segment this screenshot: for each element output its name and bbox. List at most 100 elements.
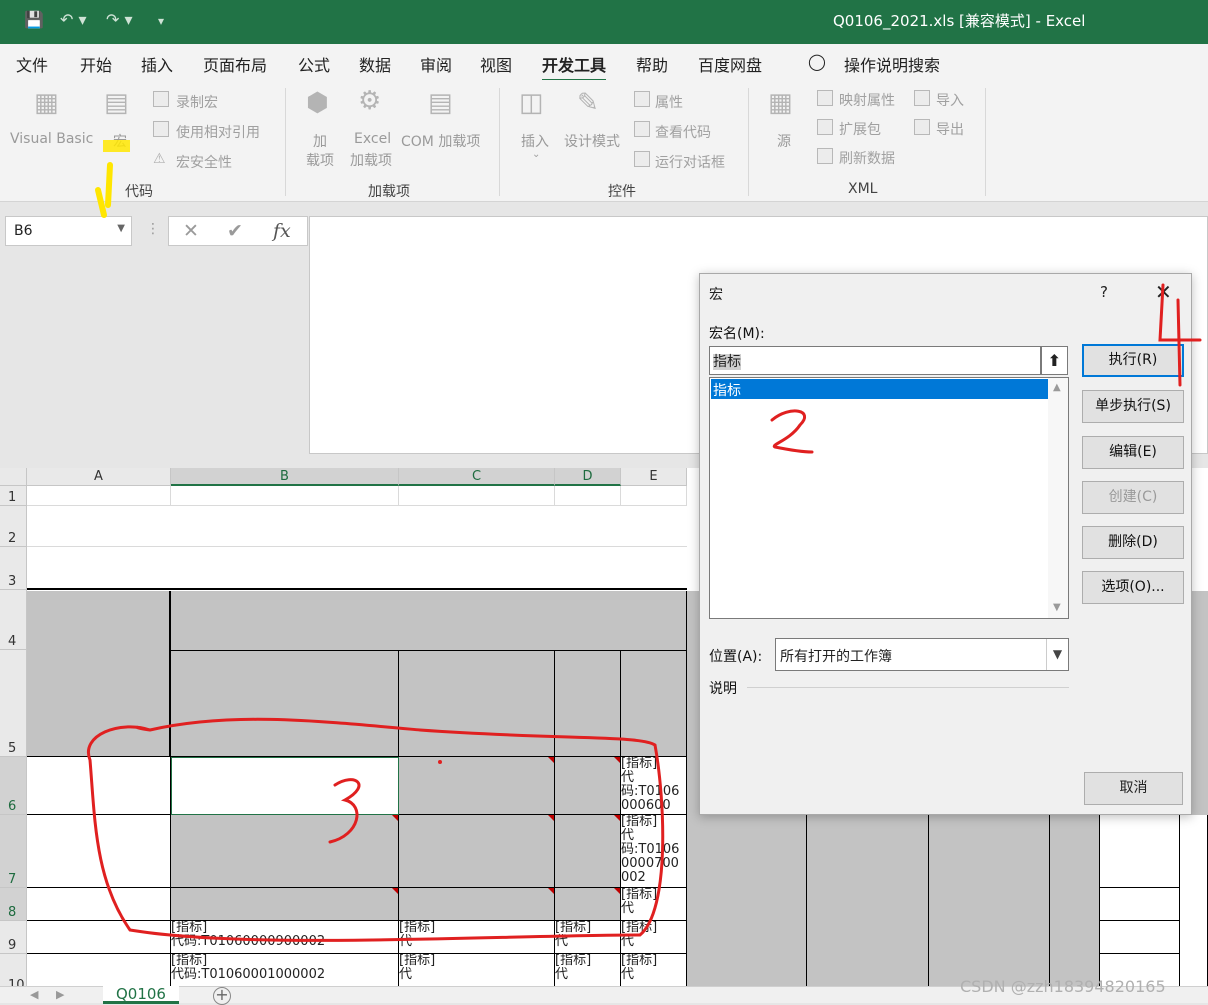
cell-right[interactable]	[1100, 888, 1180, 921]
design-mode-button[interactable]: 设计模式	[564, 131, 620, 151]
column-header-d[interactable]: D	[555, 468, 621, 486]
cancel-button[interactable]: 取消	[1084, 772, 1183, 805]
tab-page-layout[interactable]: 页面布局	[203, 52, 267, 76]
tab-review[interactable]: 审阅	[420, 52, 452, 76]
cell-a9[interactable]	[27, 921, 171, 954]
cell-d10[interactable]: [指标] 代	[555, 954, 621, 986]
tell-me-search[interactable]: 操作说明搜索	[844, 52, 940, 76]
add-sheet-icon[interactable]: +	[213, 987, 231, 1005]
cell-right[interactable]	[1050, 815, 1100, 986]
cell-a6[interactable]	[27, 757, 171, 815]
tab-insert[interactable]: 插入	[141, 52, 173, 76]
addins-button-line1[interactable]: 加	[313, 131, 327, 151]
cell[interactable]	[621, 486, 687, 506]
visual-basic-button[interactable]: Visual Basic	[10, 131, 93, 147]
row-header[interactable]: 2	[0, 506, 27, 547]
delete-button[interactable]: 删除(D)	[1082, 526, 1184, 559]
excel-addins-button-line2[interactable]: 加载项	[350, 150, 392, 170]
row-header[interactable]: 3	[0, 547, 27, 590]
cell-c9[interactable]: [指标] 代	[399, 921, 555, 954]
tab-help[interactable]: 帮助	[636, 52, 668, 76]
cell-c5[interactable]	[399, 651, 555, 757]
com-addins-button[interactable]: COM 加载项	[401, 131, 480, 151]
tab-view[interactable]: 视图	[480, 52, 512, 76]
column-header-b[interactable]: B	[171, 468, 399, 486]
sheet-tab-q0106[interactable]: Q0106	[103, 986, 179, 1004]
macro-name-input[interactable]: 指标	[709, 346, 1041, 375]
cell-b5[interactable]	[171, 651, 399, 757]
cell-row-2[interactable]	[27, 506, 687, 547]
cell-c8[interactable]	[399, 888, 555, 921]
cell-right[interactable]	[929, 815, 1050, 986]
macro-list[interactable]: 指标 ▲ ▼	[709, 377, 1069, 619]
cell-right[interactable]	[1180, 815, 1208, 986]
cell-b8[interactable]	[171, 888, 399, 921]
tab-file[interactable]: 文件	[16, 52, 48, 76]
macro-list-item[interactable]: 指标	[711, 379, 1048, 399]
row-header[interactable]: 4	[0, 590, 27, 650]
cancel-icon[interactable]: ✕	[183, 220, 199, 242]
cell-e8[interactable]: [指标] 代	[621, 888, 687, 921]
cell-b10[interactable]: [指标] 代码:T01060001000002	[171, 954, 399, 986]
insert-control-button[interactable]: 插入	[521, 131, 549, 151]
addins-button-line2[interactable]: 载项	[306, 150, 334, 170]
cell-e5[interactable]	[621, 651, 687, 757]
column-header-c[interactable]: C	[399, 468, 555, 486]
cell-e10[interactable]: [指标] 代	[621, 954, 687, 986]
tab-developer[interactable]: 开发工具	[542, 52, 607, 82]
tab-data[interactable]: 数据	[359, 52, 391, 76]
cell-a4[interactable]	[27, 591, 171, 757]
cell[interactable]	[171, 486, 399, 506]
record-macro-button[interactable]: 录制宏	[176, 92, 218, 112]
scroll-left-icon[interactable]: ◀	[30, 988, 38, 1001]
cell-c10[interactable]: [指标] 代	[399, 954, 555, 986]
run-dialog-button[interactable]: 运行对话框	[655, 152, 725, 172]
cell-right[interactable]	[807, 815, 929, 986]
expansion-pack-button[interactable]: 扩展包	[839, 119, 881, 139]
cell-b4[interactable]	[171, 591, 687, 651]
cell-a10[interactable]	[27, 954, 171, 986]
cell[interactable]	[555, 486, 621, 506]
options-button[interactable]: 选项(O)...	[1082, 571, 1184, 604]
cell-e6[interactable]: [指标] 代 码:T0106 000600	[621, 757, 687, 815]
column-header-a[interactable]: A	[27, 468, 171, 486]
cell-right[interactable]	[1100, 921, 1180, 954]
name-box[interactable]: B6 ▼	[5, 216, 132, 246]
refresh-data-button[interactable]: 刷新数据	[839, 148, 895, 168]
row-header[interactable]: 6	[0, 757, 27, 815]
cell-c6[interactable]	[399, 757, 555, 815]
cell-row-3[interactable]	[27, 547, 687, 590]
cell-d6[interactable]	[555, 757, 621, 815]
cell-d8[interactable]	[555, 888, 621, 921]
insert-function-icon[interactable]: fx	[273, 220, 291, 242]
select-all-corner[interactable]	[0, 468, 27, 486]
cell-a7[interactable]	[27, 815, 171, 888]
collapse-dialog-button[interactable]: ⬆	[1041, 346, 1068, 375]
undo-icon[interactable]: ↶ ▾	[60, 10, 87, 29]
list-scrollbar[interactable]: ▲ ▼	[1048, 378, 1068, 618]
macro-button[interactable]: 宏	[113, 131, 127, 151]
cell-right[interactable]	[1100, 815, 1180, 888]
cell-b7[interactable]	[171, 815, 399, 888]
import-button[interactable]: 导入	[936, 90, 964, 110]
tab-baidu-netdisk[interactable]: 百度网盘	[698, 52, 762, 76]
macro-security-button[interactable]: 宏安全性	[176, 152, 232, 172]
view-code-button[interactable]: 查看代码	[655, 122, 711, 142]
close-icon[interactable]: ✕	[1155, 280, 1172, 304]
excel-addins-button-line1[interactable]: Excel	[354, 131, 391, 147]
tab-formulas[interactable]: 公式	[298, 52, 330, 76]
cell-right[interactable]	[687, 815, 807, 986]
tab-home[interactable]: 开始	[80, 52, 112, 76]
cell-b6[interactable]	[171, 757, 399, 815]
cell-e7[interactable]: [指标] 代 码:T0106 0000700 002	[621, 815, 687, 888]
scroll-up-icon[interactable]: ▲	[1053, 382, 1061, 393]
help-icon[interactable]: ?	[1100, 283, 1108, 301]
edit-button[interactable]: 编辑(E)	[1082, 436, 1184, 469]
customize-qa-icon[interactable]: ▾	[158, 14, 164, 28]
chevron-down-icon[interactable]: ▼	[117, 223, 125, 234]
column-header-e[interactable]: E	[621, 468, 687, 486]
create-button[interactable]: 创建(C)	[1082, 481, 1184, 514]
cell[interactable]	[27, 486, 171, 506]
cell-d5[interactable]	[555, 651, 621, 757]
cell-d9[interactable]: [指标] 代	[555, 921, 621, 954]
